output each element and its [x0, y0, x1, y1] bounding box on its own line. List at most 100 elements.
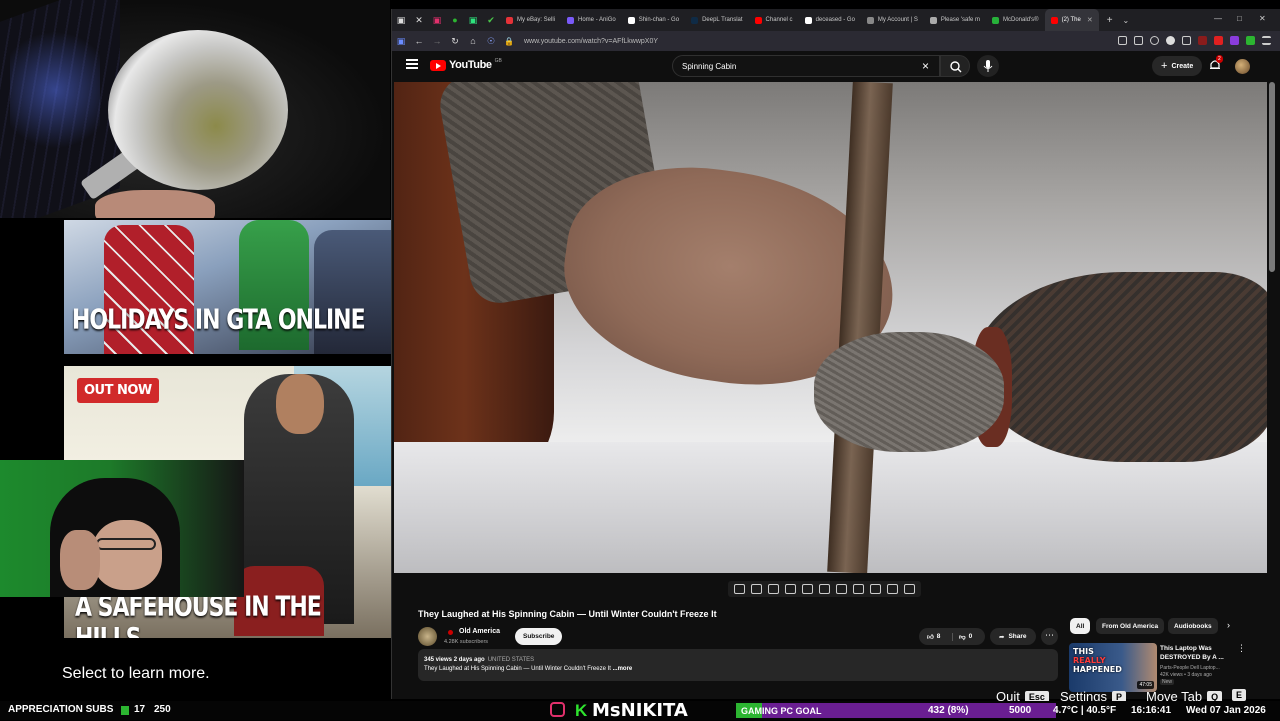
recommendation-channel[interactable]: Parts-People Dell Laptop...	[1160, 665, 1220, 671]
extension-purple-icon[interactable]	[1230, 36, 1239, 45]
speed-icon[interactable]	[836, 584, 847, 594]
subscribe-button[interactable]: Subscribe	[515, 628, 563, 645]
create-button[interactable]: + Create	[1152, 56, 1203, 76]
voice-search-button[interactable]	[977, 55, 999, 77]
screenshot-icon[interactable]	[1134, 36, 1143, 45]
film-icon[interactable]	[785, 584, 796, 594]
home-icon[interactable]: ⌂	[464, 36, 482, 46]
share-button[interactable]: ➦ Share	[990, 628, 1036, 645]
promo-bottom-caption: A SAFEHOUSE IN THE HILLS	[75, 591, 322, 638]
subs-goal: 250	[154, 704, 171, 715]
channel-name[interactable]: Old America	[459, 628, 500, 635]
bookmark-star-icon[interactable]	[1150, 36, 1159, 45]
back-icon[interactable]: ←	[410, 36, 428, 46]
kebab-menu-icon[interactable]: ⋮	[1237, 643, 1246, 654]
browser-tab[interactable]: (2) The ✕	[1044, 9, 1099, 31]
thumbs-up-icon: 👍︎	[927, 633, 934, 641]
description-box[interactable]: 345 views 2 days ago UNITED STATES They L…	[418, 649, 1058, 681]
dislike-button[interactable]: 👎︎ 0	[953, 633, 985, 641]
search-icon	[950, 61, 962, 73]
ublock-icon[interactable]	[1198, 36, 1207, 45]
new-badge: New	[1160, 679, 1175, 685]
tab-label: Shin-chan - Go	[638, 17, 680, 23]
close-icon[interactable]: ✕	[1259, 14, 1266, 23]
more-actions-button[interactable]: ⋯	[1041, 628, 1058, 645]
extension-green-icon[interactable]	[1246, 36, 1255, 45]
keyboard-icon[interactable]	[887, 584, 898, 594]
minimize-icon[interactable]: —	[1214, 14, 1222, 23]
close-tab-icon[interactable]: ✕	[1087, 16, 1093, 24]
user-avatar[interactable]	[1235, 59, 1250, 74]
chip-audiobooks[interactable]: Audiobooks	[1168, 618, 1218, 634]
search-input[interactable]: Spinning Cabin ×	[672, 55, 940, 77]
lock-icon[interactable]: 🔒	[500, 37, 518, 46]
account-icon[interactable]	[1166, 36, 1175, 45]
thumb-line-2: REALLY	[1073, 656, 1106, 665]
reader-icon[interactable]	[1118, 36, 1127, 45]
youtube-play-icon	[430, 59, 446, 71]
youtube-logo[interactable]: YouTube GB	[430, 58, 502, 71]
settings-gear-icon[interactable]	[904, 584, 915, 594]
picture-icon[interactable]	[802, 584, 813, 594]
menu-icon[interactable]	[1262, 36, 1271, 45]
views-date: 345 views 2 days ago	[424, 657, 485, 663]
keyboard-glow	[10, 20, 100, 160]
sidebar-icon[interactable]: ▣	[392, 36, 410, 47]
subs-progress-indicator	[121, 706, 129, 715]
extension-toolbar-strip	[728, 581, 921, 597]
reload-icon[interactable]: ↻	[446, 36, 464, 47]
fullscreen-icon[interactable]	[853, 584, 864, 594]
youtube-page: YouTube GB Spinning Cabin × + Create 2 T…	[392, 51, 1280, 699]
right-sleeve-image	[974, 272, 1267, 462]
maximize-icon[interactable]: □	[1237, 14, 1242, 23]
pinned-icon[interactable]: ●	[446, 15, 464, 25]
recommendation-views: 42K views • 3 days ago	[1160, 672, 1212, 678]
gta-holiday-promo[interactable]: HOLIDAYS IN GTA ONLINE	[64, 220, 392, 354]
tab-overview-icon[interactable]: ▣	[392, 15, 410, 26]
hamburger-menu-icon[interactable]	[406, 59, 418, 71]
browser-tab[interactable]: deceased - Go	[799, 9, 861, 31]
camera-icon[interactable]	[870, 584, 881, 594]
volume-icon[interactable]	[751, 584, 762, 594]
instagram-icon[interactable]: ▣	[428, 15, 446, 26]
video-player[interactable]	[394, 82, 1267, 573]
browser-tab[interactable]: Home - AniGo	[561, 9, 622, 31]
forward-icon[interactable]: →	[428, 36, 446, 46]
chip-all[interactable]: All	[1070, 618, 1091, 634]
tab-label: Please 'safe m	[940, 17, 981, 23]
clear-search-icon[interactable]: ×	[922, 59, 929, 73]
search-button[interactable]	[940, 55, 970, 77]
browser-tab[interactable]: DeepL Translat	[685, 9, 748, 31]
recommendation-thumbnail[interactable]: THIS REALLY HAPPENED 47:05	[1069, 643, 1157, 692]
browser-tab[interactable]: Please 'safe m	[924, 9, 986, 31]
microphone-icon	[983, 60, 993, 72]
browser-tab[interactable]: McDonald's®	[986, 9, 1045, 31]
tab-list-button[interactable]: ⌄	[1123, 16, 1130, 25]
new-tab-button[interactable]: +	[1107, 15, 1113, 26]
shield-icon[interactable]: ☉	[482, 36, 500, 47]
pinned-icon[interactable]: ▣	[464, 15, 482, 26]
pinned-icon[interactable]: ✔	[482, 15, 500, 26]
browser-tab[interactable]: Channel c	[749, 9, 799, 31]
like-count: 8	[936, 633, 941, 640]
browser-tab[interactable]: My eBay: Selli	[500, 9, 561, 31]
x-social-icon[interactable]: ✕	[410, 15, 428, 26]
chip-from-channel[interactable]: From Old America	[1096, 618, 1165, 634]
extra-hotkey: E	[1232, 689, 1247, 701]
page-scrollbar[interactable]	[1269, 82, 1275, 272]
like-button[interactable]: 👍︎ 8	[919, 632, 953, 641]
list-icon[interactable]	[819, 584, 830, 594]
browser-tab[interactable]: My Account | S	[861, 9, 924, 31]
address-bar[interactable]: www.youtube.com/watch?v=AFfLkwwpX0Y	[524, 38, 658, 45]
chevron-right-icon[interactable]: ›	[1227, 620, 1230, 630]
video-icon[interactable]	[768, 584, 779, 594]
loop-icon[interactable]	[734, 584, 745, 594]
show-more-link[interactable]: ...more	[613, 666, 633, 672]
recommendation-title[interactable]: This Laptop Was DESTROYED By A ...	[1160, 644, 1236, 662]
browser-tab[interactable]: Shin-chan - Go	[622, 9, 685, 31]
channel-avatar[interactable]	[418, 627, 437, 646]
clock-date: Wed 07 Jan 2026	[1186, 705, 1266, 716]
extension-red-icon[interactable]	[1214, 36, 1223, 45]
tab-label: My Account | S	[877, 17, 918, 23]
download-icon[interactable]	[1182, 36, 1191, 45]
